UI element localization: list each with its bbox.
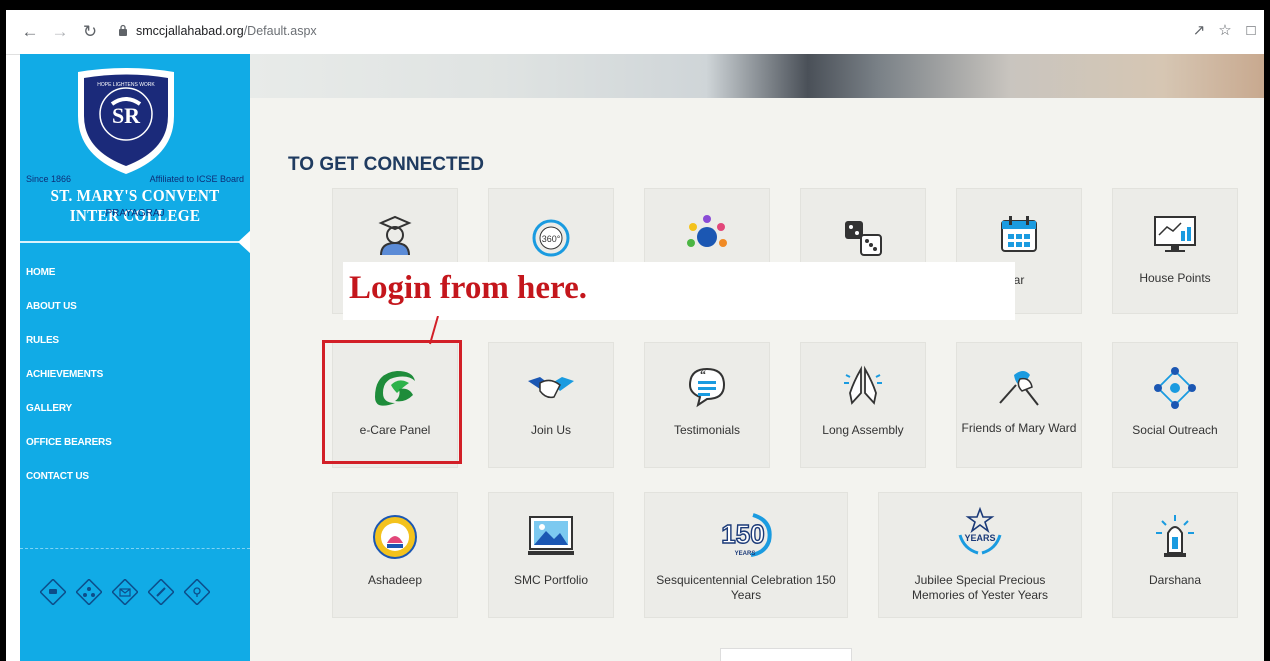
360-view-icon: 360° <box>532 219 570 257</box>
mail-icon[interactable] <box>112 579 138 605</box>
sidebar-item-home[interactable]: HOME <box>20 264 250 298</box>
city-text: PRAYAGRAJ <box>105 208 165 219</box>
browser-toolbar: ← → ↻ smccjallahabad.org/Default.aspx ↗ … <box>6 10 1264 55</box>
divider <box>20 241 245 243</box>
tile-testimonials[interactable]: “ Testimonials <box>644 342 770 468</box>
badge-150: 150 <box>721 519 764 549</box>
tile-label: Long Assembly <box>822 423 904 437</box>
school-name: ST. MARY'S CONVENT INTER COLLEGE <box>50 186 220 225</box>
tile-social-outreach[interactable]: Social Outreach <box>1112 342 1238 468</box>
tile-friends-of-mary-ward[interactable]: Friends of Mary Ward <box>956 342 1082 468</box>
tile-label: SMC Portfolio <box>513 573 589 587</box>
share-icon[interactable]: ↗ <box>1190 22 1208 40</box>
school-crest-logo: SR HOPE LIGHTENS WORK <box>78 68 174 174</box>
since-text: Since 1866 <box>26 174 72 184</box>
section-title: TO GET CONNECTED <box>288 154 484 175</box>
svg-text:SR: SR <box>112 103 141 128</box>
annotation-text: Login from here. <box>349 270 588 306</box>
fist-bump-icon <box>999 371 1039 406</box>
jubilee-years-icon: YEARS <box>958 506 1002 555</box>
address-bar[interactable]: smccjallahabad.org/Default.aspx <box>114 18 1214 46</box>
tile-label: House Points <box>1139 271 1211 285</box>
tile-smc-portfolio[interactable]: SMC Portfolio <box>488 492 614 618</box>
sidebar-item-rules[interactable]: RULES <box>20 332 250 366</box>
tile-label: Testimonials <box>673 423 741 437</box>
sidebar-item-about-us[interactable]: ABOUT US <box>20 298 250 332</box>
tile-darshana[interactable]: Darshana <box>1112 492 1238 618</box>
tile-label: Jubilee Special Precious Memories of Yes… <box>911 573 1049 602</box>
sidebar-item-achievements[interactable]: ACHIEVEMENTS <box>20 366 250 400</box>
calendar-icon <box>1001 216 1037 252</box>
partial-tile <box>720 648 852 661</box>
location-icon[interactable] <box>184 579 210 605</box>
sidebar-item-contact-us[interactable]: CONTACT US <box>20 468 250 502</box>
quote-bubble-icon: “ <box>688 367 726 408</box>
annotation-highlight-box <box>322 340 462 464</box>
tile-label: Sesquicentennial Celebration 150 Years <box>656 573 836 602</box>
crest-motto: HOPE LIGHTENS WORK <box>97 82 155 88</box>
affiliation-text: Affiliated to ICSE Board <box>149 174 244 184</box>
peacock-icon <box>687 215 727 247</box>
badge-years: YEARS <box>735 551 756 557</box>
reload-icon[interactable]: ↻ <box>80 22 100 42</box>
tile-long-assembly[interactable]: Long Assembly <box>800 342 926 468</box>
handshake-icon <box>528 377 574 399</box>
tile-label: Friends of Mary Ward <box>961 421 1077 435</box>
150-years-icon: 150 YEARS <box>721 513 772 557</box>
window-icon[interactable]: □ <box>1242 22 1260 40</box>
chat-icon[interactable] <box>40 579 66 605</box>
badge-years: YEARS <box>964 533 995 543</box>
url-text[interactable]: smccjallahabad.org/Default.aspx <box>136 24 317 38</box>
ashadeep-emblem-icon <box>373 515 417 559</box>
tile-ashadeep[interactable]: Ashadeep <box>332 492 458 618</box>
sidebar-menu: HOME ABOUT US RULES ACHIEVEMENTS GALLERY… <box>20 264 250 502</box>
browser-window: ← → ↻ smccjallahabad.org/Default.aspx ↗ … <box>6 10 1264 661</box>
network-icon[interactable] <box>76 579 102 605</box>
tile-label: Join Us <box>530 423 571 437</box>
tile-label: Ashadeep <box>367 573 423 587</box>
sidebar-item-gallery[interactable]: GALLERY <box>20 400 250 434</box>
tile-label: Social Outreach <box>1132 423 1218 437</box>
back-arrow-icon[interactable]: ← <box>20 22 40 42</box>
sidebar: SR HOPE LIGHTENS WORK Since 1866 Affilia… <box>20 54 251 661</box>
url-host: smccjallahabad.org <box>136 24 244 38</box>
graduate-icon <box>378 215 412 256</box>
picture-frame-icon <box>528 516 574 555</box>
network-nodes-icon <box>1154 367 1196 409</box>
darshana-icon <box>1156 515 1194 557</box>
svg-text:“: “ <box>700 367 706 381</box>
dice-icon <box>845 221 882 256</box>
header-banner-image <box>250 54 1264 98</box>
annotation-callout: Login from here. <box>343 262 1015 320</box>
svg-text:360°: 360° <box>542 234 561 244</box>
lock-icon <box>119 24 127 36</box>
url-path: /Default.aspx <box>243 24 317 38</box>
praying-hands-icon <box>844 365 882 405</box>
tile-join-us[interactable]: Join Us <box>488 342 614 468</box>
sidebar-item-office-bearers[interactable]: OFFICE BEARERS <box>20 434 250 468</box>
social-links <box>20 548 250 605</box>
forward-arrow-icon[interactable]: → <box>50 22 70 42</box>
chart-monitor-icon <box>1154 216 1196 252</box>
tile-house-points[interactable]: House Points <box>1112 188 1238 314</box>
tile-jubilee-special[interactable]: YEARS Jubilee Special Precious Memories … <box>878 492 1082 618</box>
tile-label: Darshana <box>1148 573 1202 587</box>
pen-icon[interactable] <box>148 579 174 605</box>
tile-sesquicentennial[interactable]: 150 YEARS Sesquicentennial Celebration 1… <box>644 492 848 618</box>
main-content: TO GET CONNECTED 360° ar House Points e-… <box>250 54 1264 661</box>
star-icon[interactable]: ☆ <box>1216 22 1234 40</box>
